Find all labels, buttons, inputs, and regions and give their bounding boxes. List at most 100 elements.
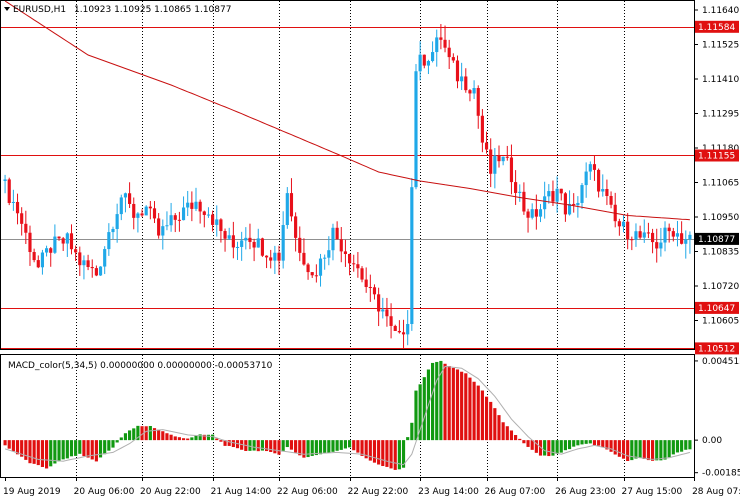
collapse-triangle-icon[interactable]	[4, 7, 10, 11]
candle	[327, 236, 331, 266]
macd-bar	[555, 440, 559, 454]
macd-bar	[90, 440, 94, 460]
candle	[638, 225, 642, 240]
macd-bar	[559, 440, 563, 453]
candle	[372, 284, 377, 300]
horizontal-levels[interactable]	[1, 27, 694, 349]
candle	[302, 238, 306, 266]
macd-bar	[422, 377, 426, 441]
macd-bar	[252, 440, 256, 451]
candle	[40, 249, 45, 275]
macd-bar	[190, 437, 194, 441]
macd-bar	[74, 440, 78, 456]
candle	[455, 55, 460, 89]
price-tick-label: 1.11525	[702, 41, 739, 51]
candle	[11, 189, 15, 211]
macd-bar	[206, 434, 211, 441]
macd-bar	[45, 440, 49, 469]
candle	[360, 266, 364, 283]
candle	[169, 202, 173, 232]
candle	[281, 211, 285, 269]
candle	[231, 221, 235, 259]
macd-bar	[563, 440, 567, 451]
candle	[90, 259, 94, 278]
price-tag: 1.10877	[695, 232, 739, 245]
candle	[464, 68, 468, 93]
macd-bar	[219, 440, 223, 442]
macd-bar	[584, 440, 588, 444]
macd-bar	[572, 440, 576, 447]
candle	[32, 248, 36, 263]
macd-bar	[277, 440, 281, 455]
macd-bar	[489, 401, 493, 441]
candle	[123, 192, 128, 213]
candle	[277, 245, 281, 275]
candle	[57, 236, 61, 241]
moving-average-line	[4, 0, 690, 221]
candle	[588, 161, 592, 180]
candle	[273, 245, 277, 274]
macd-bar	[518, 438, 522, 441]
macd-bar	[655, 440, 659, 461]
price-tick-label: 1.11295	[702, 110, 739, 120]
macd-bar	[372, 440, 377, 463]
macd-bar	[580, 440, 584, 445]
macd-bar	[318, 440, 323, 455]
time-tick-label: 27 Aug 15:00	[622, 487, 683, 497]
macd-bar	[289, 440, 294, 450]
candle	[538, 204, 543, 223]
macd-bar	[347, 440, 352, 448]
candle	[235, 241, 240, 260]
macd-bar	[227, 440, 231, 446]
candle	[252, 238, 256, 262]
macd-tick-label: -0.001854	[702, 469, 740, 479]
candle	[563, 192, 567, 222]
candle	[306, 262, 310, 280]
mt4-chart-window[interactable]: EURUSD,H1 1.10923 1.10925 1.10865 1.1087…	[0, 0, 740, 500]
macd-bar	[169, 434, 173, 441]
price-tag-label: 1.11584	[698, 23, 735, 33]
candle	[347, 253, 352, 276]
candle	[352, 254, 356, 272]
macd-bar	[343, 440, 348, 449]
macd-bar	[431, 362, 435, 441]
macd-bar	[567, 440, 572, 450]
candle	[401, 319, 406, 348]
macd-axis[interactable]: 0.0045125 0.00 -0.001854	[694, 357, 740, 479]
candle	[78, 246, 82, 276]
macd-bar	[472, 381, 476, 441]
macd-bar	[368, 440, 372, 461]
price-tag: 1.10647	[695, 301, 739, 314]
macd-bar	[285, 440, 289, 448]
chart-canvas[interactable]: EURUSD,H1 1.10923 1.10925 1.10865 1.1087…	[0, 0, 740, 500]
candle	[177, 211, 181, 232]
candle	[397, 320, 401, 334]
symbol-label: EURUSD,H1	[13, 5, 66, 15]
candle	[493, 148, 497, 189]
macd-bar	[65, 440, 69, 459]
macd-frame	[0, 354, 695, 478]
candle	[617, 218, 621, 236]
candle	[173, 213, 177, 233]
macd-bar	[551, 440, 555, 456]
price-axis[interactable]: 1.116401.115251.114101.112951.111801.110…	[694, 6, 739, 355]
candle	[335, 221, 339, 240]
time-tick-label: 26 Aug 23:00	[555, 487, 616, 497]
candle	[111, 226, 115, 240]
time-axis[interactable]: 19 Aug 2019 20 Aug 06:00 20 Aug 22:00 21 Au…	[3, 477, 740, 497]
candle	[659, 227, 663, 257]
candle	[331, 223, 335, 261]
candle	[3, 174, 7, 194]
candle	[132, 197, 136, 230]
macd-bar	[231, 440, 235, 448]
candle	[505, 145, 509, 161]
macd-bar	[294, 440, 298, 453]
candle	[69, 224, 74, 255]
macd-bar	[273, 440, 277, 454]
macd-bar	[646, 440, 650, 461]
candle	[289, 178, 294, 222]
macd-bar	[123, 433, 128, 441]
macd-bar	[360, 440, 364, 456]
candle	[264, 255, 269, 269]
candle	[418, 41, 422, 81]
